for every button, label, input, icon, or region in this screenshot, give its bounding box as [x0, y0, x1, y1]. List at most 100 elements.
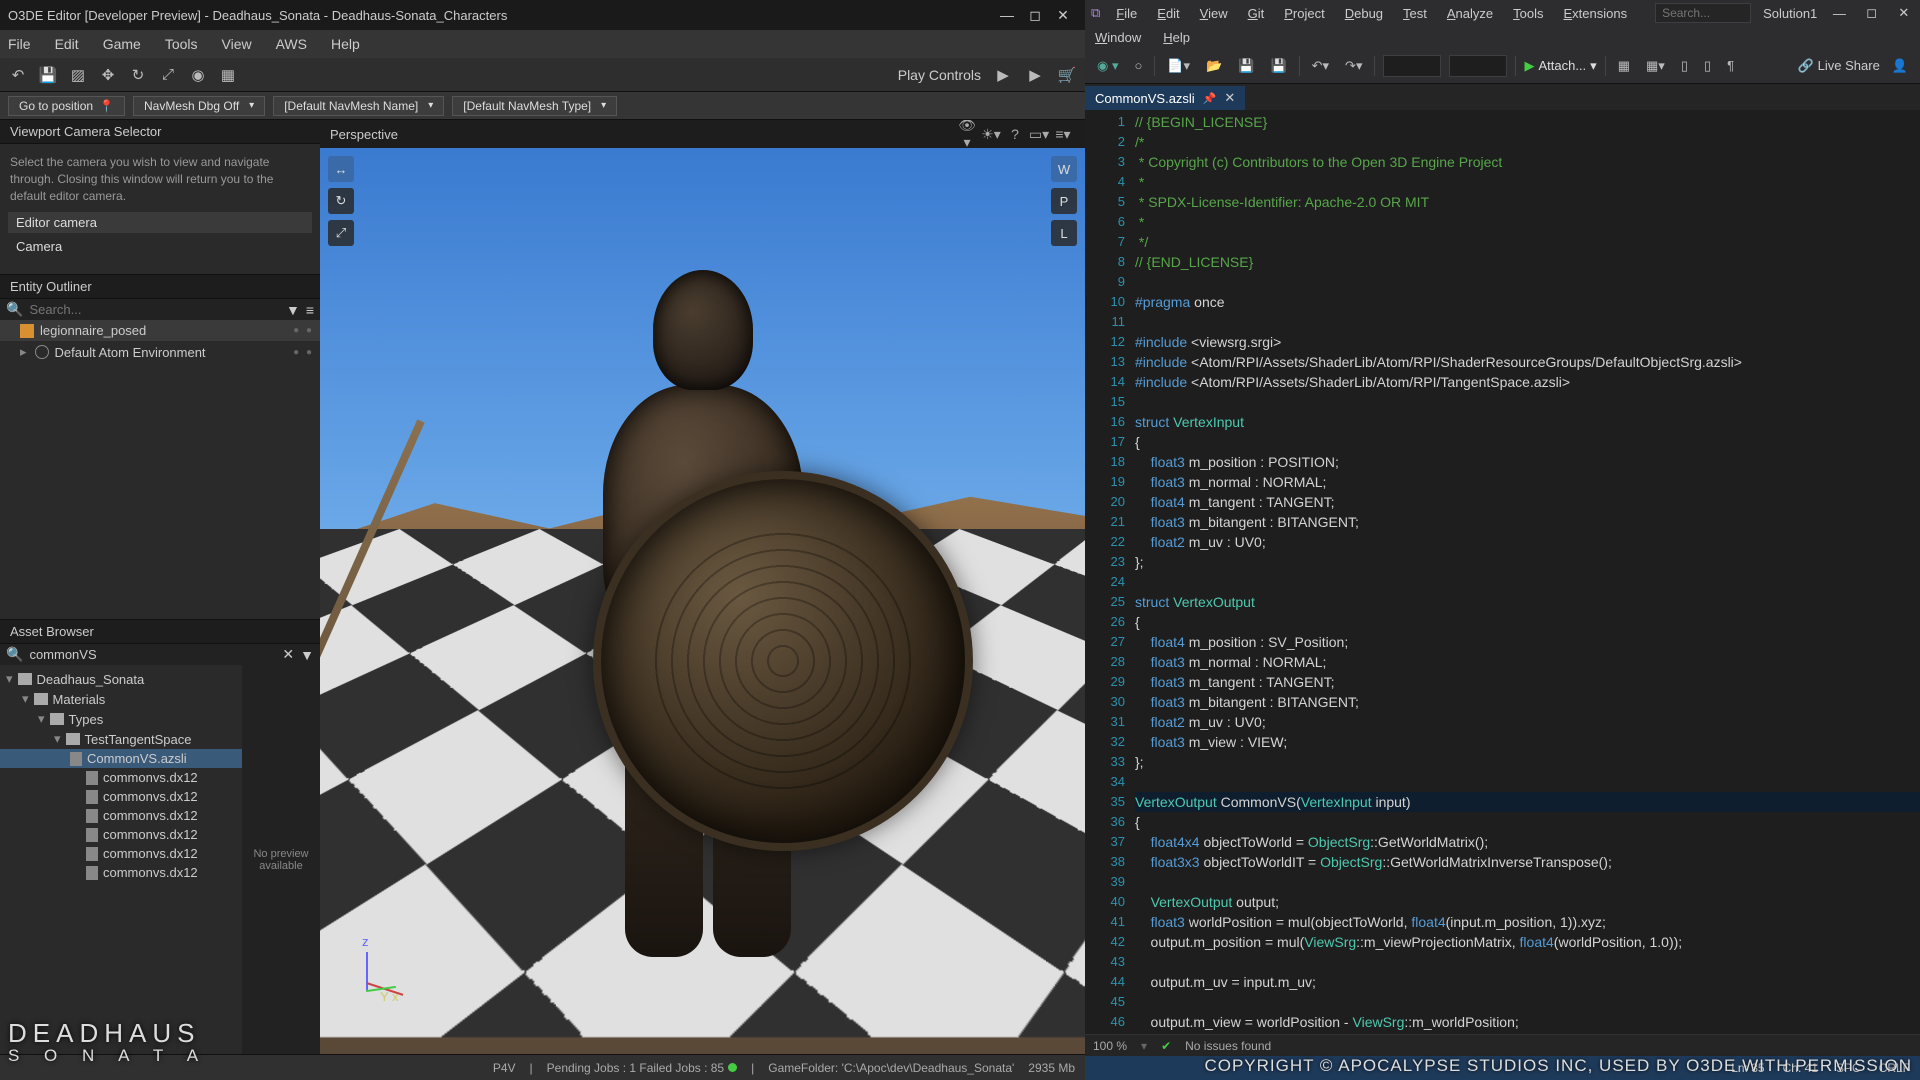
entity-item[interactable]: ▸ Default Atom Environment ● ●	[0, 341, 320, 363]
light-icon[interactable]: ☀▾	[979, 126, 1003, 143]
vs-menu-file[interactable]: File	[1112, 4, 1141, 23]
close-button[interactable]: ✕	[1049, 7, 1077, 24]
zoom-level[interactable]: 100 %	[1093, 1039, 1127, 1053]
asset-node[interactable]: ▾TestTangentSpace	[0, 729, 242, 749]
redo-icon[interactable]: ↷▾	[1341, 56, 1366, 76]
undo-icon[interactable]: ↶▾	[1308, 56, 1333, 76]
asset-node[interactable]: ▾Deadhaus_Sonata	[0, 669, 242, 689]
maximize-button[interactable]: ◻	[1021, 7, 1049, 24]
entity-item[interactable]: legionnaire_posed ● ●	[0, 320, 320, 341]
asset-search-input[interactable]	[29, 647, 276, 662]
asset-node[interactable]: commonvs.dx12	[0, 806, 242, 825]
outliner-search-input[interactable]	[29, 302, 280, 317]
vs-menu-edit[interactable]: Edit	[1153, 4, 1183, 23]
play-icon[interactable]: ▶	[993, 65, 1013, 85]
vs-menu-git[interactable]: Git	[1244, 4, 1269, 23]
asset-node[interactable]: commonvs.dx12	[0, 844, 242, 863]
clear-icon[interactable]: ✕	[282, 646, 294, 663]
navmesh-dbg-select[interactable]: NavMesh Dbg Off	[133, 96, 265, 116]
viewport-3d[interactable]: ↔ ↻ ⤢ W P L zY x	[320, 148, 1085, 1054]
save-icon[interactable]: 💾	[38, 65, 58, 85]
nav-back-icon[interactable]: ◉ ▾	[1093, 56, 1122, 76]
tool-icon[interactable]: ▦▾	[1642, 56, 1669, 76]
vs-menu-analyze[interactable]: Analyze	[1443, 4, 1497, 23]
code-area[interactable]: // {BEGIN_LICENSE} /* * Copyright (c) Co…	[1135, 110, 1920, 1034]
vs-solution-label[interactable]: Solution1	[1763, 6, 1817, 21]
save-all-icon[interactable]: 💾	[1266, 56, 1290, 76]
vp-l-button[interactable]: L	[1051, 220, 1077, 246]
vp-w-button[interactable]: W	[1051, 156, 1077, 182]
aspect-icon[interactable]: ▭▾	[1027, 126, 1051, 143]
asset-node[interactable]: ▾Materials	[0, 689, 242, 709]
asset-node[interactable]: ▾Types	[0, 709, 242, 729]
asset-node[interactable]: commonvs.dx12	[0, 863, 242, 882]
asset-tree[interactable]: ▾Deadhaus_Sonata▾Materials▾Types▾TestTan…	[0, 665, 242, 1054]
entity-vis-dots[interactable]: ● ●	[293, 325, 314, 336]
move-icon[interactable]: ✥	[98, 65, 118, 85]
menu-icon[interactable]: ≡▾	[1051, 126, 1075, 143]
undo-icon[interactable]: ↶	[8, 65, 28, 85]
close-tab-icon[interactable]: ✕	[1224, 90, 1235, 106]
scale-icon[interactable]: ⤢	[158, 65, 178, 85]
vp-p-button[interactable]: P	[1051, 188, 1077, 214]
tool-icon[interactable]: ▦	[1614, 56, 1634, 76]
menu-aws[interactable]: AWS	[276, 36, 307, 52]
vs-minimize-button[interactable]: ―	[1829, 6, 1849, 21]
filter-icon[interactable]: ▼	[300, 647, 314, 663]
asset-node[interactable]: CommonVS.azsli	[0, 749, 242, 768]
camera-item-editor[interactable]: Editor camera	[8, 212, 312, 233]
cart-icon[interactable]: 🛒	[1057, 65, 1077, 85]
expand-icon[interactable]: ▸	[20, 344, 27, 360]
asset-node[interactable]: commonvs.dx12	[0, 825, 242, 844]
vs-menu-view[interactable]: View	[1196, 4, 1232, 23]
vs-menu-extensions[interactable]: Extensions	[1559, 4, 1631, 23]
menu-view[interactable]: View	[222, 36, 252, 52]
vp-move-icon[interactable]: ↔	[328, 156, 354, 182]
tool-icon[interactable]: ▯	[1677, 56, 1692, 76]
open-icon[interactable]: 📂	[1202, 56, 1226, 76]
sort-icon[interactable]: ≡	[306, 302, 314, 318]
config-select[interactable]	[1383, 55, 1441, 77]
navmesh-name-select[interactable]: [Default NavMesh Name]	[273, 96, 444, 116]
menu-edit[interactable]: Edit	[55, 36, 79, 52]
save-icon[interactable]: 💾	[1234, 56, 1258, 76]
vs-search-input[interactable]	[1655, 3, 1751, 23]
vs-editor[interactable]: 1234567891011121314151617181920212223242…	[1085, 110, 1920, 1034]
status-p4[interactable]: P4V	[493, 1061, 516, 1075]
select-icon[interactable]: ▨	[68, 65, 88, 85]
nav-fwd-icon[interactable]: ○	[1130, 56, 1146, 75]
menu-tools[interactable]: Tools	[165, 36, 198, 52]
entity-vis-dots[interactable]: ● ●	[293, 347, 314, 358]
vs-menu-debug[interactable]: Debug	[1341, 4, 1387, 23]
vs-menu-test[interactable]: Test	[1399, 4, 1431, 23]
account-icon[interactable]: 👤	[1888, 56, 1912, 76]
vs-close-button[interactable]: ✕	[1894, 5, 1914, 21]
menu-game[interactable]: Game	[103, 36, 141, 52]
vs-menu-project[interactable]: Project	[1280, 4, 1328, 23]
vs-menu-help[interactable]: Help	[1159, 28, 1194, 47]
asset-node[interactable]: commonvs.dx12	[0, 787, 242, 806]
menu-file[interactable]: File	[8, 36, 31, 52]
help-icon[interactable]: ?	[1003, 126, 1027, 142]
attach-button[interactable]: ▶Attach... ▾	[1524, 58, 1596, 74]
grid-icon[interactable]: ▦	[218, 65, 238, 85]
goto-position-select[interactable]: Go to position 📍	[8, 96, 125, 116]
rotate-icon[interactable]: ↻	[128, 65, 148, 85]
live-share-button[interactable]: 🔗 Live Share	[1798, 58, 1880, 74]
filter-icon[interactable]: ▼	[286, 302, 300, 318]
minimize-button[interactable]: ―	[993, 7, 1021, 23]
play-sim-icon[interactable]: ▶	[1025, 65, 1045, 85]
pin-icon[interactable]: 📌	[1203, 92, 1217, 105]
platform-select[interactable]	[1449, 55, 1507, 77]
camera-mode-icon[interactable]: 👁▾	[955, 120, 979, 151]
menu-help[interactable]: Help	[331, 36, 360, 52]
vp-zoom-icon[interactable]: ⤢	[328, 220, 354, 246]
new-icon[interactable]: 📄▾	[1163, 56, 1194, 76]
asset-node[interactable]: commonvs.dx12	[0, 768, 242, 787]
tool-icon[interactable]: ¶	[1723, 56, 1738, 75]
vs-maximize-button[interactable]: ◻	[1862, 5, 1882, 21]
tool-icon[interactable]: ▯	[1700, 56, 1715, 76]
snap-icon[interactable]: ◉	[188, 65, 208, 85]
vs-menu-window[interactable]: Window	[1091, 28, 1145, 47]
vs-menu-tools[interactable]: Tools	[1509, 4, 1547, 23]
